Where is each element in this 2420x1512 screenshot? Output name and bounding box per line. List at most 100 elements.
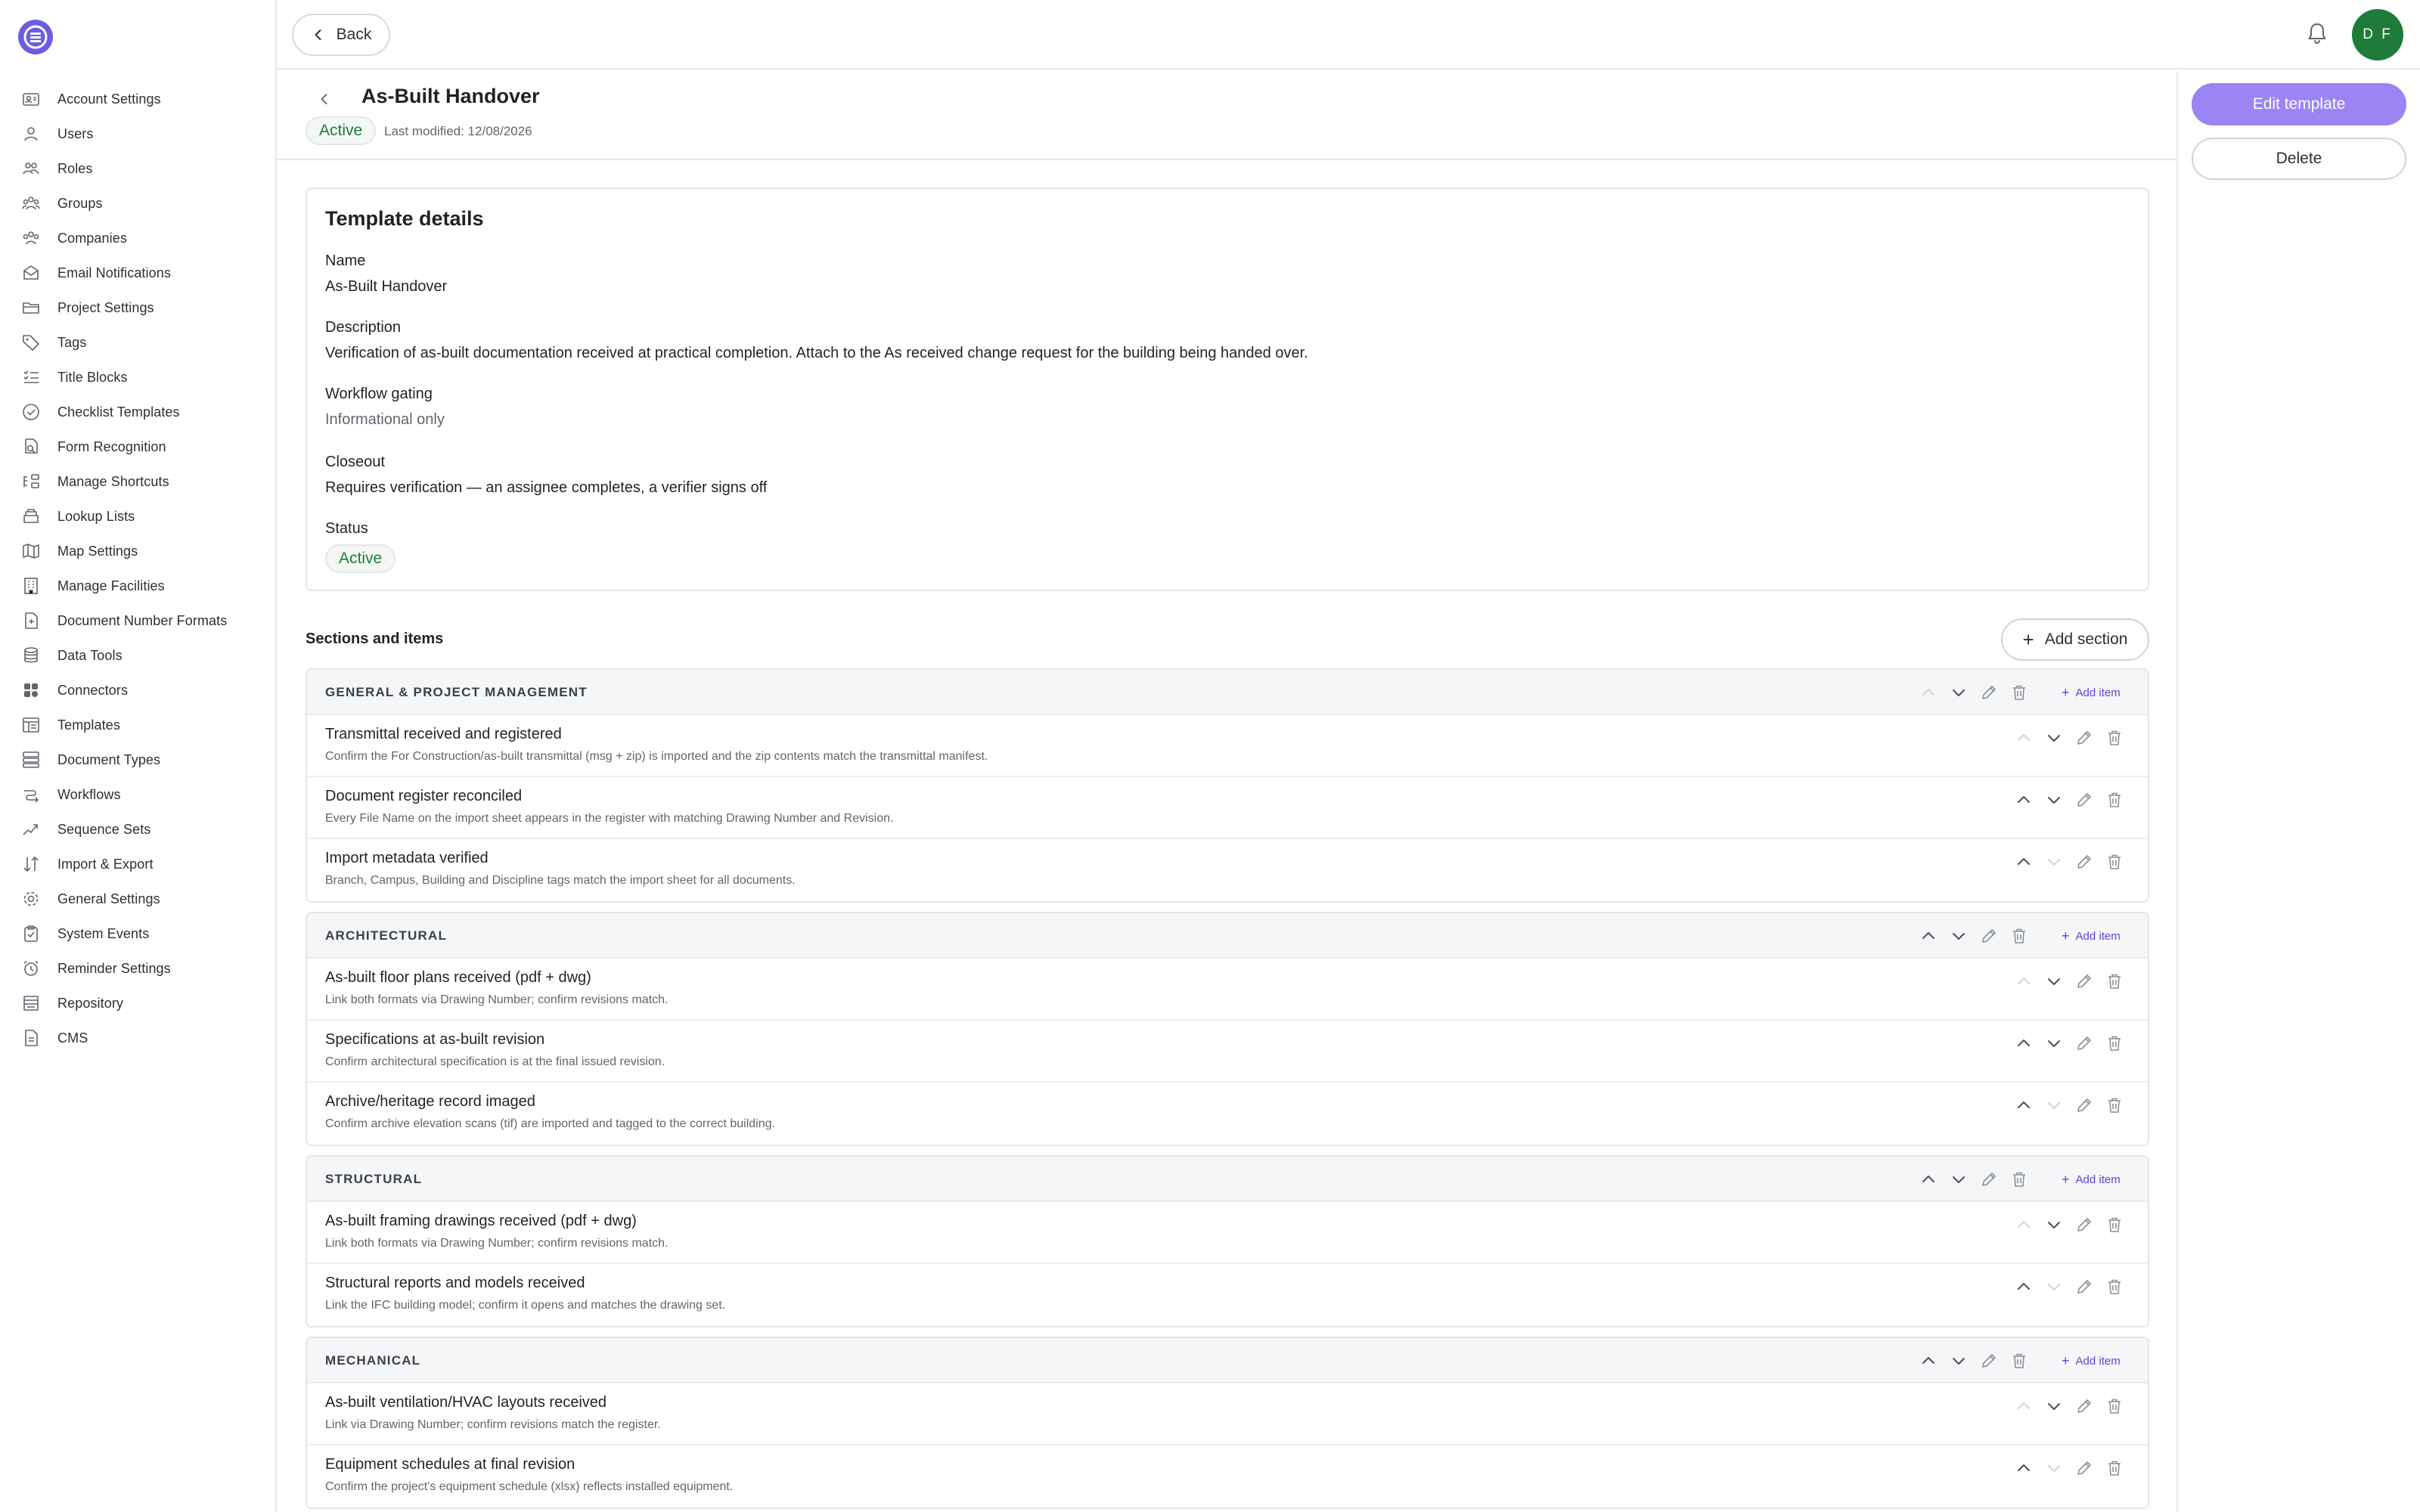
move-item-up-icon[interactable] — [2015, 729, 2033, 747]
move-item-up-icon[interactable] — [2015, 972, 2033, 990]
edit-item-icon[interactable] — [2075, 853, 2093, 871]
edit-section-icon[interactable] — [1980, 683, 1998, 702]
sidebar-item-users[interactable]: Users — [0, 116, 277, 151]
sidebar-item-map-settings[interactable]: Map Settings — [0, 534, 277, 569]
edit-item-icon[interactable] — [2075, 729, 2093, 747]
item-description: Link both formats via Drawing Number; co… — [325, 1237, 669, 1250]
delete-section-icon[interactable] — [2010, 1352, 2028, 1370]
move-item-down-icon[interactable] — [2045, 1278, 2063, 1296]
checklist-item: Document register reconciled Every File N… — [307, 777, 2148, 839]
avatar[interactable]: D F — [2352, 9, 2403, 60]
edit-item-icon[interactable] — [2075, 1096, 2093, 1114]
chevron-left-icon[interactable] — [316, 91, 333, 107]
sidebar-item-checklist-templates[interactable]: Checklist Templates — [0, 395, 277, 429]
sidebar-item-system-events[interactable]: System Events — [0, 916, 277, 951]
sidebar-item-manage-shortcuts[interactable]: Manage Shortcuts — [0, 464, 277, 499]
delete-item-icon[interactable] — [2105, 972, 2124, 990]
move-section-up-icon[interactable] — [1919, 1352, 1938, 1370]
sidebar-item-templates[interactable]: Templates — [0, 708, 277, 742]
move-item-down-icon[interactable] — [2045, 729, 2063, 747]
sidebar-item-title-blocks[interactable]: Title Blocks — [0, 360, 277, 395]
sidebar-item-data-tools[interactable]: Data Tools — [0, 638, 277, 673]
import-export-icon — [21, 854, 41, 874]
delete-item-icon[interactable] — [2105, 1216, 2124, 1234]
sidebar-item-project-settings[interactable]: Project Settings — [0, 290, 277, 325]
notification-bell-icon[interactable] — [2304, 20, 2331, 47]
sidebar-item-cms[interactable]: CMS — [0, 1021, 277, 1055]
move-section-down-icon[interactable] — [1950, 927, 1968, 945]
move-item-up-icon[interactable] — [2015, 1216, 2033, 1234]
sidebar-item-account-settings[interactable]: Account Settings — [0, 82, 277, 116]
sidebar-item-sequence-sets[interactable]: Sequence Sets — [0, 812, 277, 847]
edit-item-icon[interactable] — [2075, 1459, 2093, 1477]
edit-item-icon[interactable] — [2075, 1034, 2093, 1052]
sidebar-item-manage-facilities[interactable]: Manage Facilities — [0, 569, 277, 603]
move-item-down-icon[interactable] — [2045, 1096, 2063, 1114]
move-section-down-icon[interactable] — [1950, 1352, 1968, 1370]
delete-section-icon[interactable] — [2010, 683, 2028, 702]
move-item-down-icon[interactable] — [2045, 1459, 2063, 1477]
move-item-up-icon[interactable] — [2015, 1459, 2033, 1477]
sidebar-item-import-export[interactable]: Import & Export — [0, 847, 277, 881]
add-item-button[interactable]: + Add item — [2062, 1172, 2121, 1188]
sidebar-item-email-notifications[interactable]: Email Notifications — [0, 256, 277, 290]
move-item-up-icon[interactable] — [2015, 1397, 2033, 1415]
delete-item-icon[interactable] — [2105, 1278, 2124, 1296]
delete-section-icon[interactable] — [2010, 1170, 2028, 1188]
sidebar-item-groups[interactable]: Groups — [0, 186, 277, 221]
move-item-down-icon[interactable] — [2045, 791, 2063, 809]
move-item-up-icon[interactable] — [2015, 791, 2033, 809]
edit-item-icon[interactable] — [2075, 1278, 2093, 1296]
delete-item-icon[interactable] — [2105, 1034, 2124, 1052]
add-item-button[interactable]: + Add item — [2062, 685, 2121, 701]
back-button[interactable]: Back — [292, 14, 390, 56]
move-item-down-icon[interactable] — [2045, 1034, 2063, 1052]
sidebar-item-form-recognition[interactable]: Form Recognition — [0, 429, 277, 464]
edit-template-button[interactable]: Edit template — [2192, 83, 2406, 125]
delete-item-icon[interactable] — [2105, 853, 2124, 871]
move-section-up-icon[interactable] — [1919, 927, 1938, 945]
edit-item-icon[interactable] — [2075, 791, 2093, 809]
move-section-down-icon[interactable] — [1950, 683, 1968, 702]
sidebar-item-companies[interactable]: Companies — [0, 221, 277, 256]
sidebar-item-tags[interactable]: Tags — [0, 325, 277, 360]
delete-section-icon[interactable] — [2010, 927, 2028, 945]
item-title: As-built framing drawings received (pdf … — [325, 1213, 637, 1229]
move-item-up-icon[interactable] — [2015, 1278, 2033, 1296]
move-section-up-icon[interactable] — [1919, 1170, 1938, 1188]
delete-item-icon[interactable] — [2105, 1459, 2124, 1477]
move-section-up-icon[interactable] — [1919, 683, 1938, 702]
move-item-down-icon[interactable] — [2045, 972, 2063, 990]
edit-section-icon[interactable] — [1980, 1352, 1998, 1370]
move-item-up-icon[interactable] — [2015, 853, 2033, 871]
edit-section-icon[interactable] — [1980, 1170, 1998, 1188]
edit-item-icon[interactable] — [2075, 1397, 2093, 1415]
sidebar-item-workflows[interactable]: Workflows — [0, 777, 277, 812]
sidebar-item-general-settings[interactable]: General Settings — [0, 881, 277, 916]
sidebar-item-roles[interactable]: Roles — [0, 151, 277, 186]
move-item-up-icon[interactable] — [2015, 1034, 2033, 1052]
app-logo-icon[interactable] — [18, 20, 53, 54]
add-item-button[interactable]: + Add item — [2062, 928, 2121, 944]
delete-button[interactable]: Delete — [2192, 138, 2406, 180]
delete-item-icon[interactable] — [2105, 1096, 2124, 1114]
sidebar-item-document-number-formats[interactable]: Document Number Formats — [0, 603, 277, 638]
edit-item-icon[interactable] — [2075, 1216, 2093, 1234]
sidebar-item-lookup-lists[interactable]: Lookup Lists — [0, 499, 277, 534]
move-item-down-icon[interactable] — [2045, 1397, 2063, 1415]
move-item-down-icon[interactable] — [2045, 1216, 2063, 1234]
move-item-up-icon[interactable] — [2015, 1096, 2033, 1114]
add-item-button[interactable]: + Add item — [2062, 1353, 2121, 1369]
edit-section-icon[interactable] — [1980, 927, 1998, 945]
sidebar-item-repository[interactable]: Repository — [0, 986, 277, 1021]
delete-item-icon[interactable] — [2105, 729, 2124, 747]
move-item-down-icon[interactable] — [2045, 853, 2063, 871]
delete-item-icon[interactable] — [2105, 791, 2124, 809]
sidebar-item-reminder-settings[interactable]: Reminder Settings — [0, 951, 277, 986]
sidebar-item-document-types[interactable]: Document Types — [0, 742, 277, 777]
edit-item-icon[interactable] — [2075, 972, 2093, 990]
move-section-down-icon[interactable] — [1950, 1170, 1968, 1188]
add-section-button[interactable]: + Add section — [2001, 618, 2149, 661]
delete-item-icon[interactable] — [2105, 1397, 2124, 1415]
sidebar-item-connectors[interactable]: Connectors — [0, 673, 277, 708]
